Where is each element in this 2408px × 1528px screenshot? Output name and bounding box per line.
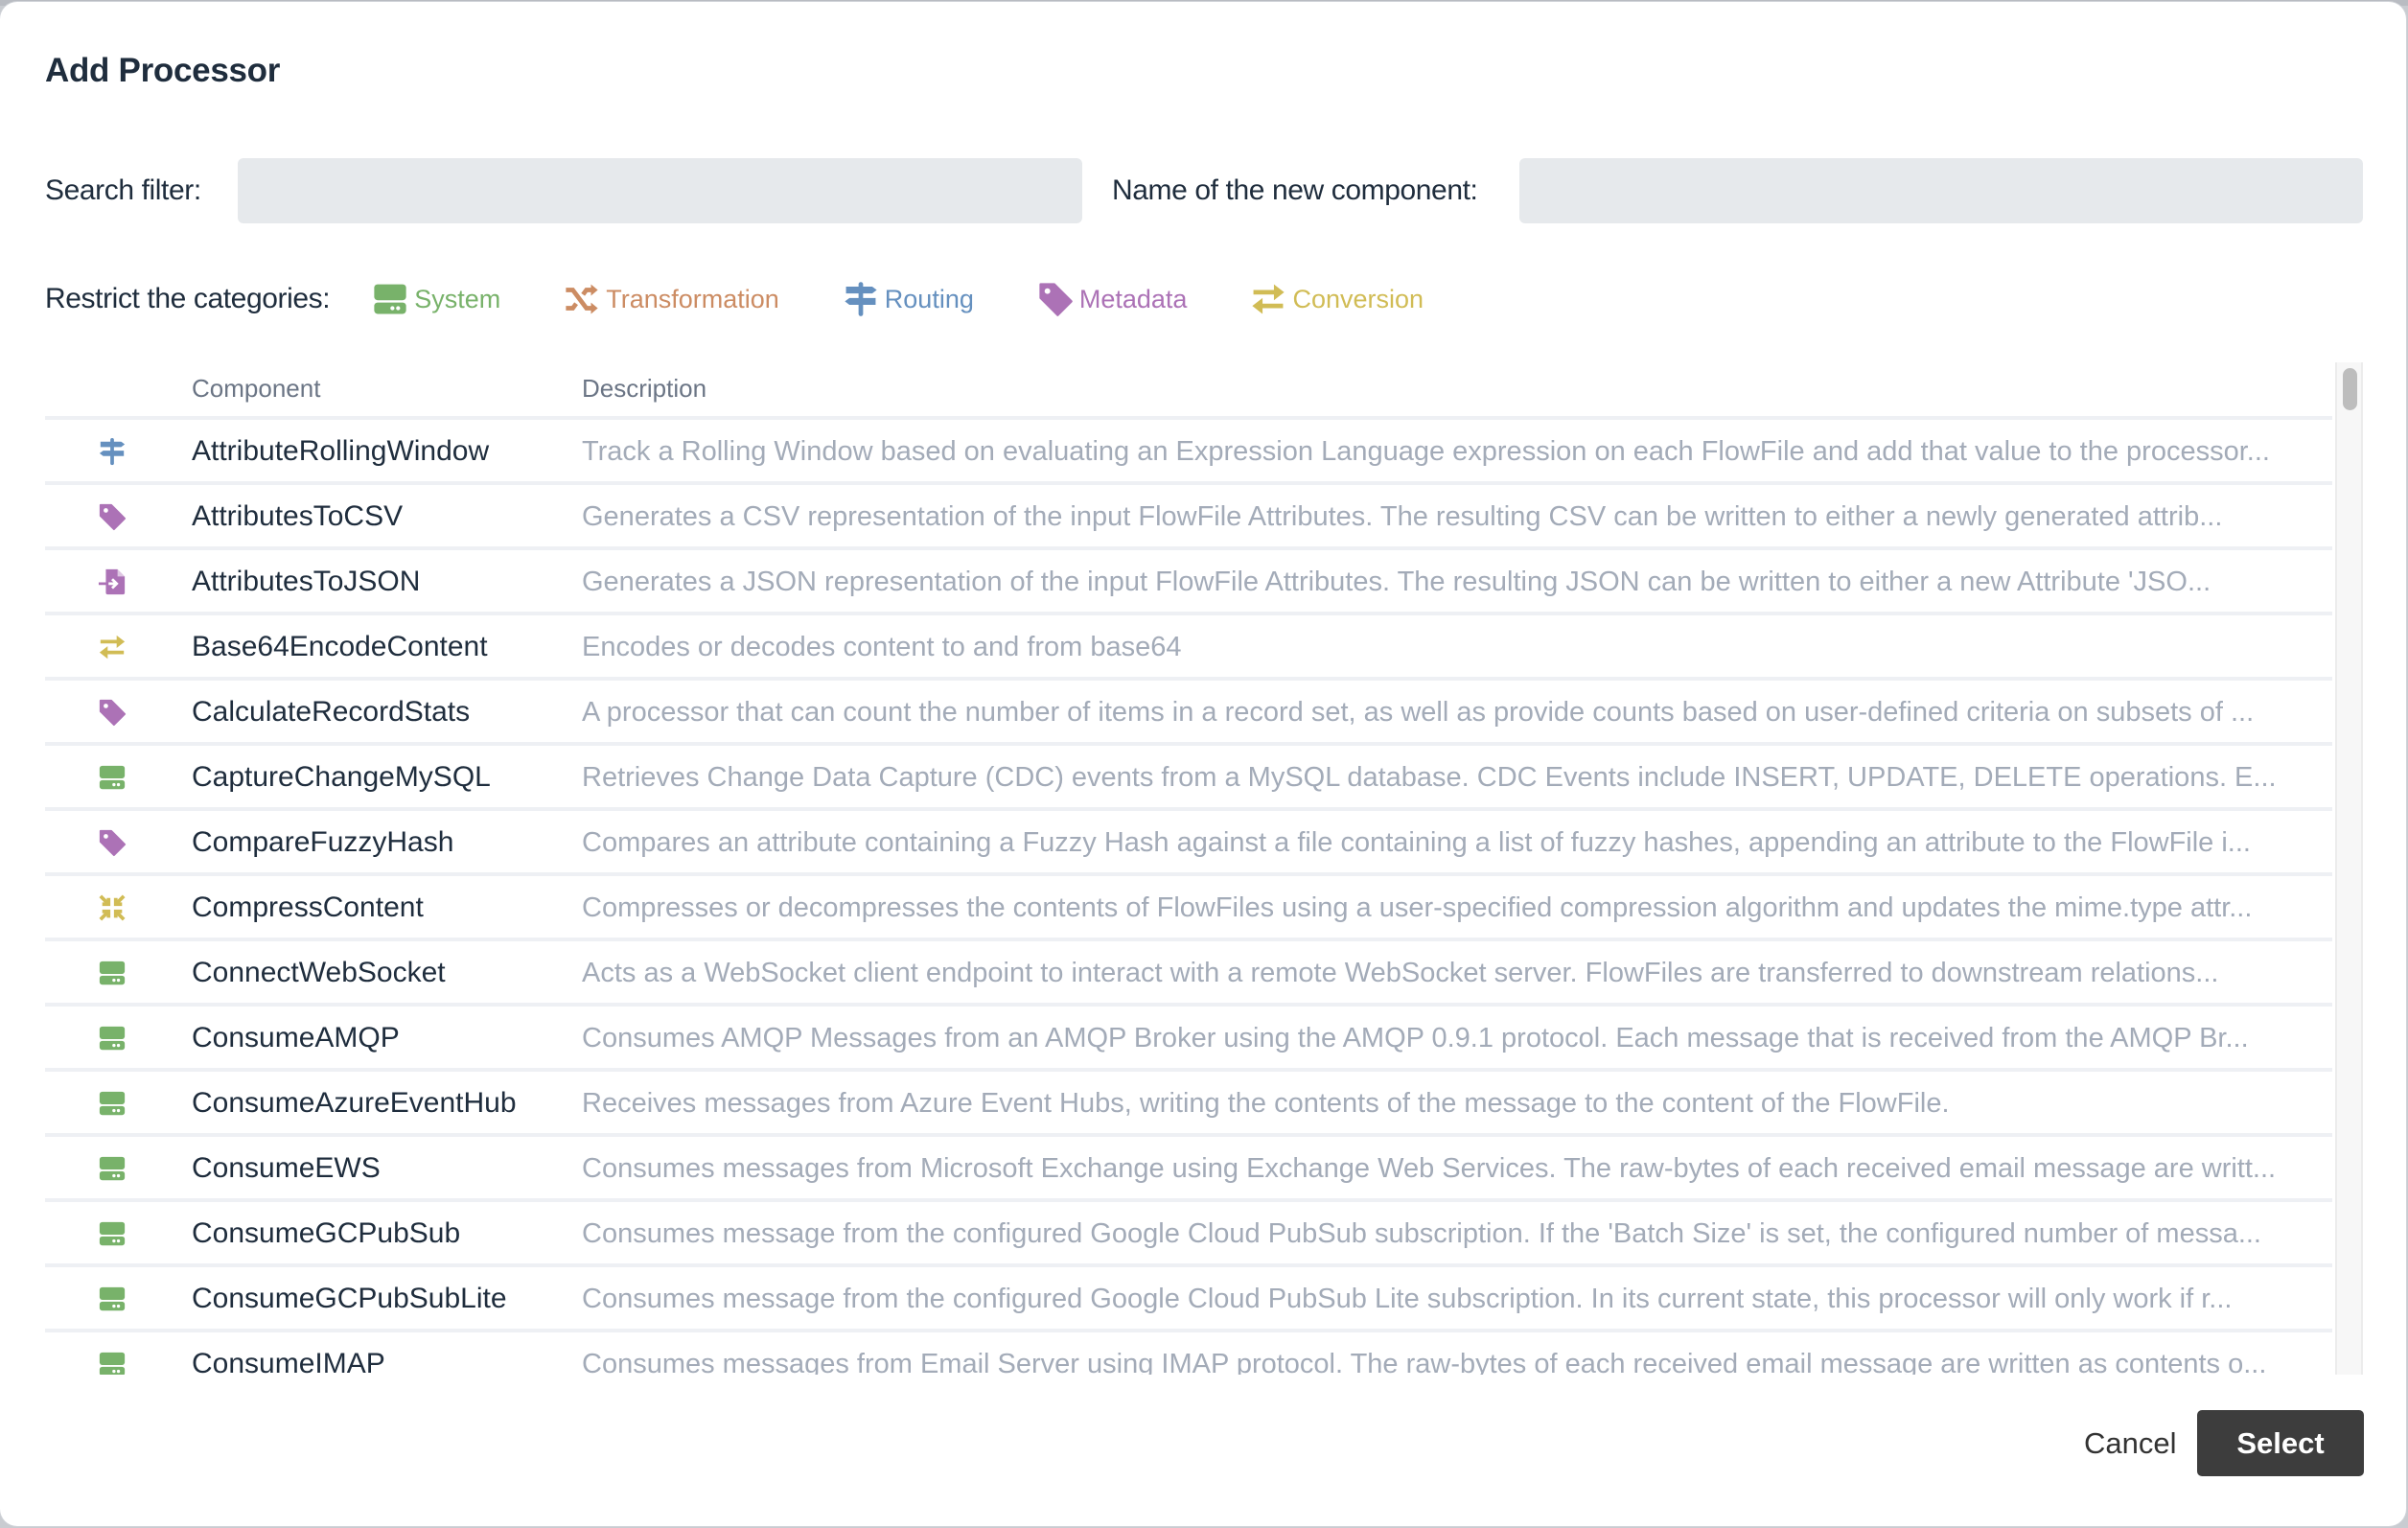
component-description: Encodes or decodes content to and from b… — [582, 632, 1182, 662]
tag-icon — [1037, 281, 1079, 317]
signpost-icon — [96, 435, 128, 468]
file-import-icon — [96, 566, 128, 598]
component-description: Consumes messages from Microsoft Exchang… — [582, 1153, 2277, 1184]
component-description: Generates a JSON representation of the i… — [582, 567, 2211, 597]
component-description: Generates a CSV representation of the in… — [582, 501, 2223, 532]
component-description: Consumes AMQP Messages from an AMQP Brok… — [582, 1023, 2249, 1053]
search-filter-input[interactable] — [238, 158, 1082, 223]
server-icon — [96, 761, 128, 794]
component-name: ConsumeAMQP — [192, 1022, 400, 1053]
component-description: Acts as a WebSocket client endpoint to i… — [582, 958, 2219, 988]
component-name: ConsumeIMAP — [192, 1348, 385, 1375]
exchange-icon — [1250, 281, 1292, 317]
component-description: Consumes message from the configured Goo… — [582, 1284, 2233, 1314]
component-name: AttributeRollingWindow — [192, 435, 490, 467]
category-filter-routing[interactable]: Routing — [843, 281, 974, 317]
table-row[interactable]: ConsumeAzureEventHub Receives messages fr… — [45, 1072, 2332, 1137]
cancel-button[interactable]: Cancel — [2076, 1410, 2185, 1476]
table-row[interactable]: CaptureChangeMySQL Retrieves Change Data … — [45, 746, 2332, 811]
server-icon — [96, 1087, 128, 1120]
component-name: CompressContent — [192, 891, 424, 923]
shuffle-icon — [564, 281, 606, 317]
category-filter-label: Restrict the categories: — [45, 283, 331, 314]
category-filter-metadata[interactable]: Metadata — [1037, 281, 1188, 317]
component-description: Compresses or decompresses the contents … — [582, 892, 2253, 923]
component-description: Retrieves Change Data Capture (CDC) even… — [582, 762, 2277, 793]
signpost-icon — [843, 281, 885, 317]
component-name: AttributesToJSON — [192, 566, 421, 597]
category-filter: Restrict the categories: System Transform… — [45, 278, 1487, 320]
component-description: Track a Rolling Window based on evaluati… — [582, 436, 2270, 467]
component-name: ConsumeGCPubSub — [192, 1217, 461, 1249]
column-header-component[interactable]: Component — [192, 374, 320, 404]
tag-icon — [96, 500, 128, 533]
add-processor-dialog: Add Processor Search filter: Name of the… — [0, 2, 2406, 1526]
component-description: Compares an attribute containing a Fuzzy… — [582, 827, 2251, 858]
component-name: ConnectWebSocket — [192, 957, 446, 988]
table-row[interactable]: AttributesToCSV Generates a CSV represent… — [45, 485, 2332, 550]
component-name: CompareFuzzyHash — [192, 826, 454, 858]
component-description: Consumes messages from Email Server usin… — [582, 1349, 2267, 1375]
table-row[interactable]: CalculateRecordStats A processor that can… — [45, 681, 2332, 746]
table-row[interactable]: ConnectWebSocket Acts as a WebSocket clie… — [45, 941, 2332, 1007]
component-name-label: Name of the new component: — [1112, 174, 1478, 206]
category-label: Transformation — [606, 284, 779, 313]
table-row[interactable]: CompressContent Compresses or decompresse… — [45, 876, 2332, 941]
server-icon — [96, 1283, 128, 1315]
server-icon — [96, 1217, 128, 1250]
server-icon — [96, 1022, 128, 1054]
component-description: Consumes message from the configured Goo… — [582, 1218, 2261, 1249]
dialog-title: Add Processor — [45, 52, 281, 89]
component-name-input[interactable] — [1519, 158, 2363, 223]
tag-icon — [96, 826, 128, 859]
table-row[interactable]: ConsumeAMQP Consumes AMQP Messages from a… — [45, 1007, 2332, 1072]
table-row[interactable]: Base64EncodeContent Encodes or decodes co… — [45, 615, 2332, 681]
compress-icon — [96, 891, 128, 924]
server-icon — [372, 281, 414, 317]
processor-table: Component Description AttributeRollingWi… — [45, 364, 2332, 1375]
category-label: System — [414, 284, 501, 313]
table-scrollbar[interactable] — [2335, 362, 2363, 1375]
table-header: Component Description — [45, 364, 2332, 420]
category-filter-transformation[interactable]: Transformation — [564, 281, 779, 317]
table-row[interactable]: CompareFuzzyHash Compares an attribute co… — [45, 811, 2332, 876]
scrollbar-thumb[interactable] — [2343, 368, 2357, 410]
component-name: ConsumeEWS — [192, 1152, 381, 1184]
table-row[interactable]: ConsumeGCPubSubLite Consumes message from… — [45, 1267, 2332, 1332]
component-name: ConsumeAzureEventHub — [192, 1087, 517, 1119]
component-name: ConsumeGCPubSubLite — [192, 1283, 507, 1314]
tag-icon — [96, 696, 128, 729]
table-row[interactable]: AttributeRollingWindow Track a Rolling Wi… — [45, 420, 2332, 485]
component-name: AttributesToCSV — [192, 500, 404, 532]
table-row[interactable]: ConsumeEWS Consumes messages from Microso… — [45, 1137, 2332, 1202]
search-filter-label: Search filter: — [45, 174, 201, 206]
table-row[interactable]: ConsumeGCPubSub Consumes message from the… — [45, 1202, 2332, 1267]
component-name: CaptureChangeMySQL — [192, 761, 491, 793]
category-filter-conversion[interactable]: Conversion — [1250, 281, 1424, 317]
category-label: Metadata — [1078, 284, 1188, 313]
column-header-description[interactable]: Description — [582, 374, 706, 404]
category-label: Routing — [884, 284, 974, 313]
table-row[interactable]: AttributesToJSON Generates a JSON represe… — [45, 550, 2332, 615]
category-filter-system[interactable]: System — [372, 281, 500, 317]
component-description: Receives messages from Azure Event Hubs,… — [582, 1088, 1950, 1119]
server-icon — [96, 1152, 128, 1185]
table-row[interactable]: ConsumeIMAP Consumes messages from Email … — [45, 1332, 2332, 1375]
component-description: A processor that can count the number of… — [582, 697, 2255, 728]
exchange-icon — [96, 631, 128, 663]
component-name: CalculateRecordStats — [192, 696, 471, 728]
server-icon — [96, 957, 128, 989]
category-label: Conversion — [1292, 284, 1424, 313]
component-name: Base64EncodeContent — [192, 631, 488, 662]
select-button[interactable]: Select — [2197, 1410, 2364, 1476]
server-icon — [96, 1348, 128, 1375]
